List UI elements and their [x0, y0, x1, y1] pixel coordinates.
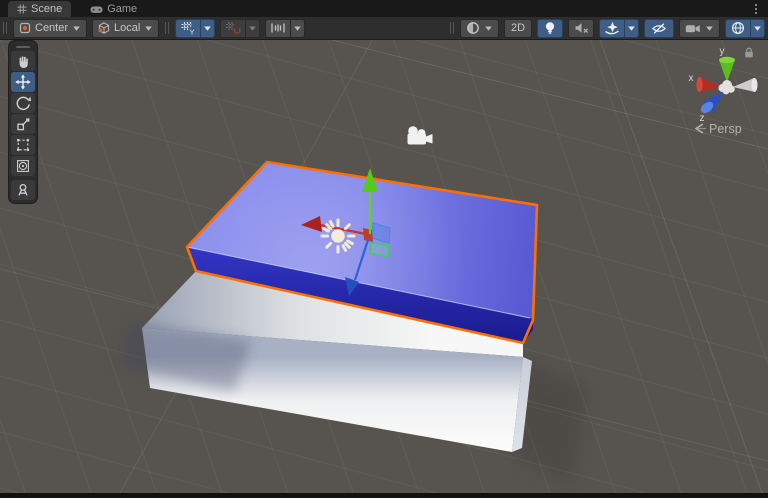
- effects-toggle[interactable]: [599, 18, 625, 38]
- directional-light-icon[interactable]: [320, 218, 356, 254]
- chevron-down-icon: [754, 26, 761, 31]
- chevron-down-icon: [706, 26, 713, 31]
- kebab-menu-icon[interactable]: [751, 2, 761, 15]
- grid-snap-magnet-icon: [226, 22, 241, 34]
- tab-scene[interactable]: Scene: [8, 1, 72, 17]
- shaded-sphere-icon: [467, 22, 479, 34]
- chevron-down-icon: [145, 26, 153, 31]
- chevron-down-icon: [485, 26, 492, 31]
- snap-increment-icon: [271, 23, 285, 33]
- tab-game[interactable]: Game: [81, 1, 146, 17]
- transform-icon: [17, 160, 29, 172]
- gizmos-dropdown[interactable]: [750, 18, 765, 38]
- tool-rect-button[interactable]: [11, 135, 35, 155]
- tool-transform-button[interactable]: [11, 156, 35, 176]
- pivot-center-icon: [19, 22, 31, 34]
- tool-custom-button[interactable]: [11, 180, 35, 200]
- tab-bar: Scene Game: [0, 0, 768, 17]
- tab-scene-label: Scene: [31, 3, 63, 15]
- snap-increment-dropdown[interactable]: [290, 18, 306, 38]
- projection-label: Persp: [709, 122, 742, 136]
- local-cube-icon: [98, 22, 110, 34]
- custom-tools-icon: [18, 183, 28, 196]
- axis-label-z: z: [700, 113, 705, 124]
- hand-icon: [19, 56, 28, 68]
- rect-tool-icon: [16, 138, 30, 152]
- chevron-down-icon: [294, 26, 302, 31]
- tool-palette: [8, 40, 38, 204]
- tool-hand-button[interactable]: [11, 51, 35, 71]
- pivot-mode-label: Center: [35, 22, 69, 34]
- grid-visibility-dropdown[interactable]: [200, 18, 216, 38]
- axis-label-y: y: [720, 46, 725, 57]
- toolbar-drag-handle[interactable]: [3, 22, 7, 34]
- toolbar-separator: [165, 22, 170, 34]
- grid-snapping-toggle[interactable]: [220, 18, 247, 38]
- scene-toolbar: Center Local Y 2D: [0, 17, 768, 40]
- tool-scale-button[interactable]: [11, 114, 35, 134]
- camera-settings-dropdown[interactable]: [679, 18, 720, 38]
- grid-y-icon: Y: [181, 22, 195, 36]
- palette-drag-handle[interactable]: [11, 43, 35, 50]
- pivot-mode-dropdown[interactable]: Center: [13, 18, 88, 38]
- toolbar-separator: [450, 22, 454, 34]
- grid-icon: [17, 4, 27, 14]
- snap-increment-toggle[interactable]: [265, 18, 292, 38]
- chevron-down-icon: [249, 26, 257, 31]
- gamepad-icon: [90, 6, 103, 13]
- tool-rotate-button[interactable]: [11, 93, 35, 113]
- grid-visibility-toggle[interactable]: Y: [175, 18, 202, 38]
- scale-icon: [17, 118, 30, 131]
- lighting-toggle[interactable]: [537, 18, 563, 38]
- gizmo-sphere-icon: [731, 21, 745, 35]
- scene-viewport[interactable]: y x z Persp: [0, 0, 768, 498]
- eye-slash-icon: [652, 22, 666, 34]
- audio-toggle[interactable]: [568, 18, 594, 38]
- rotate-icon: [16, 96, 31, 111]
- gizmos-toggle[interactable]: [725, 18, 751, 38]
- tool-move-button[interactable]: [11, 72, 35, 92]
- 2d-toggle[interactable]: 2D: [504, 18, 532, 38]
- chevron-down-icon: [73, 26, 80, 31]
- unity-scene-window: Scene Game Center Local Y 2D y x z Persp: [0, 0, 768, 498]
- hidden-objects-toggle[interactable]: [644, 18, 674, 38]
- effects-star-icon: [605, 21, 619, 35]
- shading-mode-dropdown[interactable]: [460, 18, 499, 38]
- grid-snapping-dropdown[interactable]: [245, 18, 261, 38]
- chevron-down-icon: [628, 26, 635, 31]
- orientation-mode-dropdown[interactable]: Local: [92, 18, 160, 38]
- axis-label-x: x: [689, 73, 694, 84]
- camera-icon: [685, 24, 700, 32]
- effects-dropdown[interactable]: [624, 18, 639, 38]
- audio-muted-icon: [575, 23, 588, 33]
- move-icon: [15, 74, 31, 90]
- chevron-down-icon: [204, 26, 212, 31]
- gizmo-origin-cube[interactable]: [363, 228, 373, 242]
- grid-axis-letter: Y: [190, 28, 195, 36]
- light-bulb-icon: [545, 22, 555, 34]
- tab-game-label: Game: [107, 3, 138, 15]
- 2d-label: 2D: [510, 22, 526, 34]
- orientation-mode-label: Local: [114, 22, 141, 34]
